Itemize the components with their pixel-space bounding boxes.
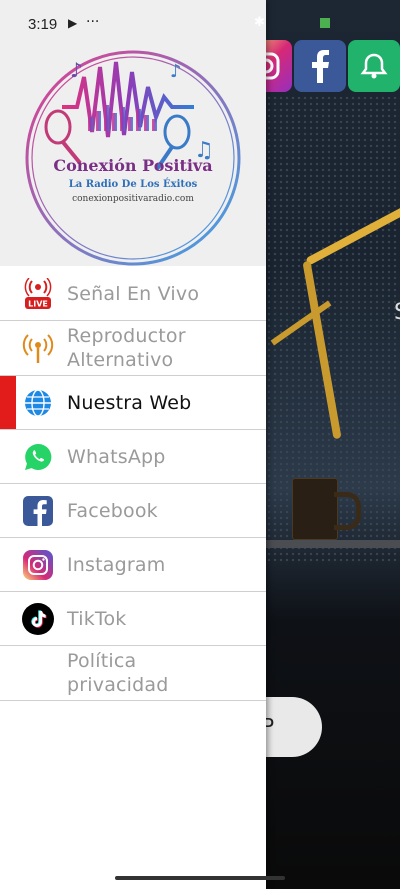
menu-item-instagram[interactable]: Instagram: [0, 538, 266, 592]
logo-title: Conexión Positiva: [53, 156, 212, 175]
menu-item-politica-privacidad[interactable]: Política privacidad: [0, 646, 266, 701]
menu-item-label: TikTok: [67, 607, 127, 630]
menu-item-tiktok[interactable]: TikTok: [0, 592, 266, 646]
menu-item-label: Política privacidad: [67, 650, 169, 696]
menu-item-label: Facebook: [67, 499, 158, 522]
more-notifications-icon: ···: [86, 14, 100, 30]
instagram-icon: [22, 549, 54, 581]
globe-icon: [22, 387, 54, 419]
menu-item-senal-en-vivo[interactable]: LIVE Señal En Vivo: [0, 267, 266, 321]
tiktok-icon: [22, 602, 54, 635]
whatsapp-icon: [22, 441, 54, 473]
background-mug: [292, 478, 338, 540]
facebook-icon: [22, 495, 54, 527]
background-desk: [266, 540, 400, 548]
logo-url: conexionpositivaradio.com: [72, 194, 194, 204]
menu-item-label: Nuestra Web: [67, 391, 192, 414]
menu-item-label: Señal En Vivo: [67, 282, 200, 305]
menu-item-reproductor-alternativo[interactable]: Reproductor Alternativo: [0, 321, 266, 376]
status-bar: 3:19 ▶ ··· ✱: [0, 0, 266, 46]
menu-item-whatsapp[interactable]: WhatsApp: [0, 430, 266, 484]
drawer-menu: LIVE Señal En Vivo Reproductor Alternati…: [0, 267, 266, 701]
menu-item-label: WhatsApp: [67, 445, 166, 468]
status-time: 3:19: [28, 16, 58, 33]
menu-item-label: Instagram: [67, 553, 166, 576]
menu-item-facebook[interactable]: Facebook: [0, 484, 266, 538]
play-notification-icon: ▶: [68, 16, 78, 30]
menu-item-nuestra-web[interactable]: Nuestra Web: [0, 376, 266, 430]
menu-item-label: Reproductor Alternativo: [67, 325, 186, 371]
svg-text:LIVE: LIVE: [28, 299, 48, 308]
background-mug-handle: [334, 492, 361, 530]
svg-text:♪: ♪: [70, 58, 83, 82]
station-logo: ♪ ♪ ♫ Conexión Positiva La Radio De Los …: [25, 50, 241, 266]
bluetooth-icon: ✱: [254, 15, 265, 30]
bell-icon[interactable]: [348, 40, 400, 92]
battery-icon: [320, 18, 330, 28]
facebook-icon[interactable]: [294, 40, 346, 92]
antenna-icon: [22, 332, 54, 364]
background-partial-text: S: [394, 300, 400, 325]
gesture-bar[interactable]: [115, 876, 285, 880]
logo-subtitle: La Radio De Los Éxitos: [69, 178, 198, 190]
svg-text:♪: ♪: [170, 61, 182, 82]
live-radio-icon: LIVE: [22, 277, 54, 310]
navigation-drawer: ♪ ♪ ♫ Conexión Positiva La Radio De Los …: [0, 0, 266, 889]
